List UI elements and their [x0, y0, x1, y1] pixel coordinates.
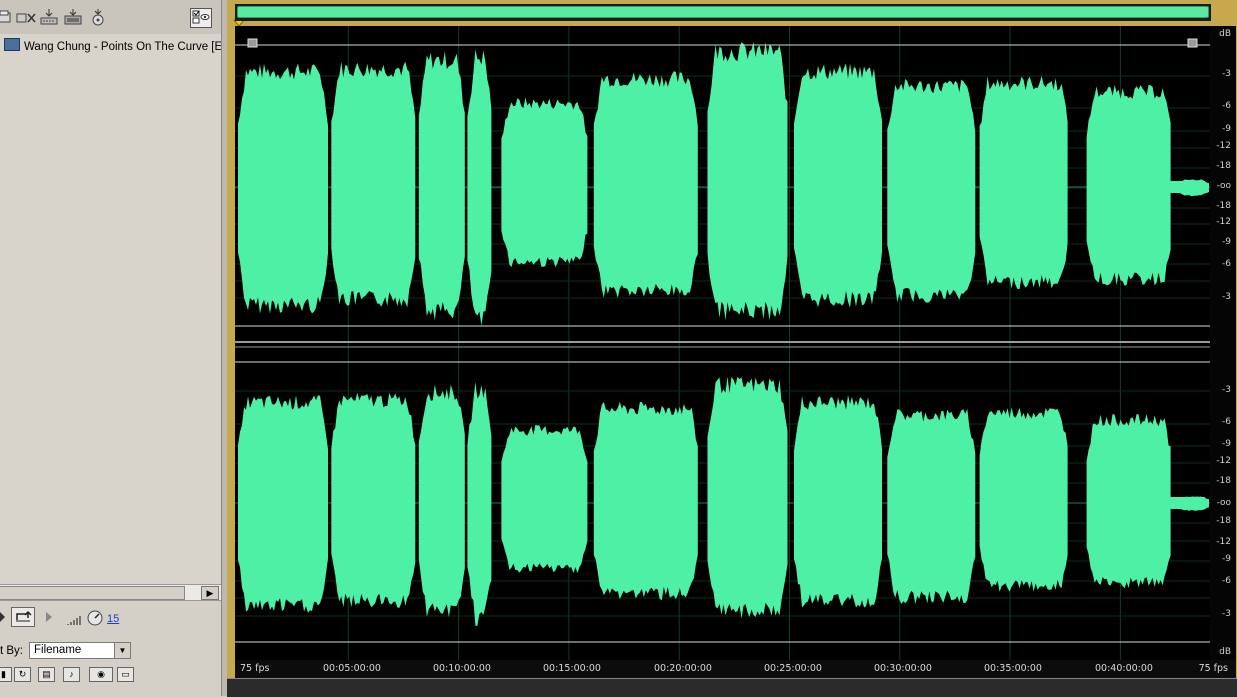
db-label: -9	[1222, 554, 1231, 564]
ruler-tick: 00:05:00:00	[323, 663, 381, 674]
db-label: -18	[1216, 161, 1231, 171]
db-label: -3	[1222, 292, 1231, 302]
insert-into-cd-icon[interactable]	[64, 8, 82, 26]
ruler-tick: 00:25:00:00	[764, 663, 822, 674]
overview-bar[interactable]	[235, 4, 1211, 21]
ruler-tick: 00:40:00:00	[1095, 663, 1153, 674]
db-label: -3	[1222, 609, 1231, 619]
autoplay-icon[interactable]	[89, 8, 107, 26]
close-file-icon[interactable]	[16, 8, 36, 26]
waveform-canvas: dB -3 -6 -9 -12 -18 -oo -18 -12 -9 -6 -3 -3 -6 -9 -12 -1…	[235, 26, 1236, 660]
file-browser-panel: Wang Chung - Points On The Curve [EU]. ▶…	[0, 0, 237, 696]
sort-by-select[interactable]: Filename ▼	[29, 642, 131, 659]
audio-file-icon	[4, 38, 20, 51]
loop-button[interactable]	[11, 607, 35, 627]
db-label: -12	[1216, 217, 1231, 227]
volume-knob[interactable]	[87, 610, 103, 626]
db-label: -12	[1216, 537, 1231, 547]
db-label: -6	[1222, 259, 1231, 269]
overview-visible-range[interactable]	[237, 6, 1209, 18]
db-label: -12	[1216, 141, 1231, 151]
db-label: dB	[1219, 29, 1231, 39]
ruler-tick: 00:30:00:00	[874, 663, 932, 674]
filter-buttons: ▮ ↻ ▤ ♪ ◉ ▭	[0, 667, 221, 685]
scrollbar-thumb[interactable]	[0, 586, 185, 600]
file-browser-toolbar	[0, 0, 223, 35]
ruler-tick: 00:10:00:00	[433, 663, 491, 674]
ruler-fps-right: 75 fps	[1198, 663, 1228, 674]
db-label: -18	[1216, 516, 1231, 526]
dropdown-arrow-icon[interactable]: ▼	[114, 643, 130, 658]
db-label: -6	[1222, 417, 1231, 427]
channel-right-waveform	[235, 376, 1210, 626]
horizontal-scrollbar[interactable]: ▶	[0, 584, 221, 601]
db-label: dB	[1219, 647, 1231, 657]
waveform-display[interactable]: dB -3 -6 -9 -12 -18 -oo -18 -12 -9 -6 -3 -3 -6 -9 -12 -1…	[235, 26, 1236, 660]
channel-left-waveform	[235, 41, 1210, 326]
play-icon[interactable]	[0, 610, 6, 624]
file-list-item[interactable]: Wang Chung - Points On The Curve [EU].	[4, 38, 237, 54]
ruler-fps-left: 75 fps	[240, 663, 270, 674]
insert-into-multitrack-icon[interactable]	[40, 8, 58, 26]
scroll-right-button[interactable]: ▶	[201, 586, 219, 600]
editor-status-strip	[227, 678, 1237, 697]
filter-video-icon[interactable]: ▤	[38, 667, 55, 682]
db-label: -6	[1222, 576, 1231, 586]
db-label: -oo	[1217, 498, 1232, 508]
file-name: Wang Chung - Points On The Curve [EU].	[24, 41, 237, 53]
sort-by-value: Filename	[34, 644, 82, 656]
filter-cd-icon[interactable]: ▭	[117, 667, 134, 682]
db-label: -18	[1216, 201, 1231, 211]
filter-midi-icon[interactable]: ♪	[63, 667, 80, 682]
filter-view-icon[interactable]: ◉	[89, 667, 113, 682]
volume-value[interactable]: 15	[107, 613, 119, 625]
db-label: -9	[1222, 439, 1231, 449]
db-label: -12	[1216, 456, 1231, 466]
db-label: -9	[1222, 124, 1231, 134]
filter-loop-icon[interactable]: ↻	[14, 667, 31, 682]
ruler-tick: 00:20:00:00	[654, 663, 712, 674]
open-file-icon[interactable]	[0, 8, 14, 26]
sort-by-label: t By:	[0, 645, 24, 657]
db-label: -6	[1222, 101, 1231, 111]
db-label: -3	[1222, 69, 1231, 79]
filter-waveform-icon[interactable]: ▮	[0, 667, 12, 682]
file-list: Wang Chung - Points On The Curve [EU].	[0, 34, 237, 584]
preview-transport: 15	[0, 606, 221, 632]
volume-level-icon	[66, 614, 84, 626]
db-label: -18	[1216, 476, 1231, 486]
autoplay-next-icon[interactable]	[44, 610, 54, 624]
ruler-tick: 00:15:00:00	[543, 663, 601, 674]
time-ruler[interactable]: 75 fps 75 fps 00:05:00:00 00:10:00:00 00…	[235, 660, 1236, 678]
db-label: -3	[1222, 385, 1231, 395]
ruler-tick: 00:35:00:00	[984, 663, 1042, 674]
sort-by-row: t By: Filename ▼	[0, 641, 221, 663]
db-label: -9	[1222, 237, 1231, 247]
db-label: -oo	[1217, 181, 1232, 191]
view-options-icon[interactable]	[190, 8, 212, 28]
loop-icon	[16, 610, 32, 622]
